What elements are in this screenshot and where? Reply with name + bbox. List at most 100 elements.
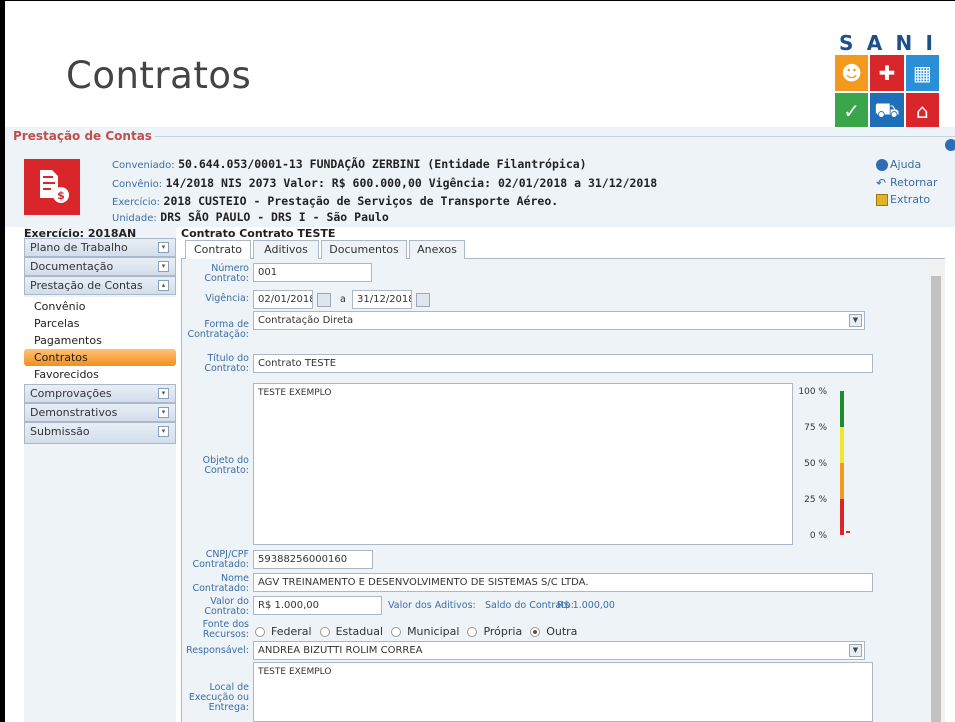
- chevron-down-icon[interactable]: ▾: [158, 407, 169, 418]
- cnpj-input[interactable]: 59388256000160: [253, 550, 373, 569]
- sidebar-section-label: Plano de Trabalho: [30, 241, 128, 254]
- ajuda-link[interactable]: Ajuda: [876, 158, 921, 171]
- calendar-icon[interactable]: [317, 293, 331, 307]
- nome-input[interactable]: AGV TREINAMENTO E DESENVOLVIMENTO DE SIS…: [253, 573, 873, 592]
- help-icon: [876, 158, 888, 171]
- conveniado-label: Conveniado:: [112, 160, 175, 171]
- valor-label-line2: Contrato:: [204, 606, 249, 617]
- chevron-down-icon[interactable]: ▼: [849, 314, 862, 327]
- fieldset-legend: Prestação de Contas: [10, 129, 155, 143]
- local-label-line3: Entrega:: [208, 702, 249, 713]
- radio-label: Federal: [271, 625, 312, 638]
- sidebar-item-favorecidos[interactable]: Favorecidos: [24, 366, 176, 383]
- sidebar-section-label: Demonstrativos: [30, 406, 118, 419]
- radio-propria[interactable]: [467, 626, 478, 637]
- valor-input[interactable]: R$ 1.000,00: [253, 596, 382, 615]
- chevron-down-icon[interactable]: ▼: [849, 644, 862, 657]
- logo-wordmark: S A N I: [833, 31, 941, 55]
- fonte-label: Fonte dos Recursos:: [181, 620, 249, 640]
- return-arrow-icon: ↶: [876, 175, 887, 190]
- sidebar-item-pagamentos[interactable]: Pagamentos: [24, 332, 176, 349]
- exercicio-row: Exercício: 2018 CUSTEIO - Prestação de S…: [112, 194, 558, 208]
- sani-logo: S A N I ☻ ✚ ▦ ✓ ⛟ ⌂: [833, 31, 941, 131]
- convenio-value: 14/2018 NIS 2073 Valor: R$ 600.000,00 Vi…: [165, 176, 658, 190]
- svg-text:$: $: [57, 189, 65, 202]
- sidebar-section-label: Comprovações: [30, 387, 112, 400]
- radio-label: Própria: [483, 625, 523, 638]
- sidebar-section-plano[interactable]: Plano de Trabalho ▾: [24, 238, 176, 257]
- retornar-label: Retornar: [890, 176, 938, 189]
- sidebar-section-documentacao[interactable]: Documentação ▾: [24, 257, 176, 276]
- document-check-icon: ✓: [835, 93, 869, 129]
- meter-indicator: [846, 531, 850, 534]
- retornar-link[interactable]: ↶ Retornar: [876, 176, 938, 189]
- tab-contrato[interactable]: Contrato: [185, 240, 251, 260]
- saldo-value: R$ 1.000,00: [557, 600, 615, 611]
- sidebar-section-prestacao[interactable]: Prestação de Contas ▴: [24, 276, 176, 295]
- chevron-down-icon[interactable]: ▾: [158, 388, 169, 399]
- exercicio-value: 2018 CUSTEIO - Prestação de Serviços de …: [163, 194, 559, 208]
- sidebar-item-parcelas[interactable]: Parcelas: [24, 315, 176, 332]
- objeto-textarea[interactable]: TESTE EXEMPLO: [253, 383, 793, 545]
- radio-label: Municipal: [407, 625, 460, 638]
- sidebar-section-label: Documentação: [30, 260, 114, 273]
- vigencia-start-input[interactable]: 02/01/2018: [253, 290, 313, 309]
- sidebar-section-comprovacoes[interactable]: Comprovações ▾: [24, 384, 176, 403]
- forma-label-line2: Contratação:: [187, 329, 249, 340]
- sidebar-item-convenio[interactable]: Convênio: [24, 298, 176, 315]
- vigencia-separator: a: [340, 294, 346, 305]
- objeto-label: Objeto do Contrato:: [181, 456, 249, 476]
- chevron-up-icon[interactable]: ▴: [158, 280, 169, 291]
- radio-municipal[interactable]: [391, 626, 402, 637]
- meter-band-orange: [840, 463, 844, 499]
- calendar-icon[interactable]: [416, 293, 430, 307]
- sidebar-section-submissao[interactable]: Submissão ▾: [24, 422, 176, 444]
- tab-anexos[interactable]: Anexos: [409, 240, 465, 259]
- fonte-label-line2: Recursos:: [202, 629, 249, 640]
- forma-select-value: Contratação Direta: [258, 315, 354, 326]
- ambulance-icon: ⛟: [870, 93, 904, 129]
- person-icon: ☻: [835, 55, 869, 91]
- pill-bottle-icon: ▦: [905, 55, 939, 91]
- sidebar-section-demonstrativos[interactable]: Demonstrativos ▾: [24, 403, 176, 422]
- responsavel-select-value: ANDREA BIZUTTI ROLIM CORREA: [258, 645, 423, 656]
- meter-label: 75 %: [804, 423, 827, 433]
- chevron-down-icon[interactable]: ▾: [158, 261, 169, 272]
- vigencia-label: Vigência:: [205, 293, 249, 304]
- extrato-link[interactable]: Extrato: [876, 193, 930, 206]
- radio-federal[interactable]: [255, 626, 265, 637]
- responsavel-select[interactable]: ANDREA BIZUTTI ROLIM CORREA ▼: [253, 641, 865, 660]
- conveniado-row: Conveniado: 50.644.053/0001-13 FUNDAÇÃO …: [112, 157, 587, 171]
- nome-label: Nome Contratado:: [181, 574, 249, 594]
- scrollbar-thumb[interactable]: [931, 276, 941, 722]
- radio-estadual[interactable]: [319, 626, 330, 637]
- exercicio-label: Exercício:: [112, 197, 161, 208]
- local-textarea[interactable]: TESTE EXEMPLO: [253, 662, 873, 722]
- logo-letter: I: [925, 31, 935, 55]
- meter-label: 50 %: [804, 459, 827, 469]
- unidade-value: DRS SÃO PAULO - DRS I - São Paulo: [160, 210, 389, 224]
- sidebar-item-contratos[interactable]: Contratos: [24, 349, 176, 366]
- sidebar-section-label: Submissão: [30, 425, 90, 438]
- logo-letter: A: [866, 31, 885, 55]
- nome-label-line2: Contratado:: [192, 583, 249, 594]
- vigencia-end-input[interactable]: 31/12/2018: [352, 290, 412, 309]
- numero-input[interactable]: 001: [253, 263, 372, 282]
- forma-select[interactable]: Contratação Direta ▼: [253, 311, 865, 330]
- titulo-input[interactable]: Contrato TESTE: [253, 354, 873, 373]
- extrato-label: Extrato: [890, 193, 931, 206]
- conveniado-value: 50.644.053/0001-13 FUNDAÇÃO ZERBINI (Ent…: [178, 157, 587, 171]
- titulo-label: Título do Contrato:: [181, 354, 249, 374]
- contract-title: Contrato Contrato TESTE: [181, 227, 336, 240]
- tab-aditivos[interactable]: Aditivos: [253, 240, 319, 259]
- meter-band-red: [840, 499, 844, 535]
- help-icon[interactable]: [945, 139, 955, 151]
- tab-documentos[interactable]: Documentos: [321, 240, 407, 259]
- chevron-down-icon[interactable]: ▾: [158, 242, 169, 253]
- local-label: Local de Execução ou Entrega:: [181, 683, 249, 713]
- radio-outra[interactable]: [530, 626, 541, 637]
- radio-label: Outra: [546, 625, 578, 638]
- numero-label-line2: Contrato:: [204, 273, 249, 284]
- titulo-label-line2: Contrato:: [204, 363, 249, 374]
- chevron-down-icon[interactable]: ▾: [158, 426, 169, 437]
